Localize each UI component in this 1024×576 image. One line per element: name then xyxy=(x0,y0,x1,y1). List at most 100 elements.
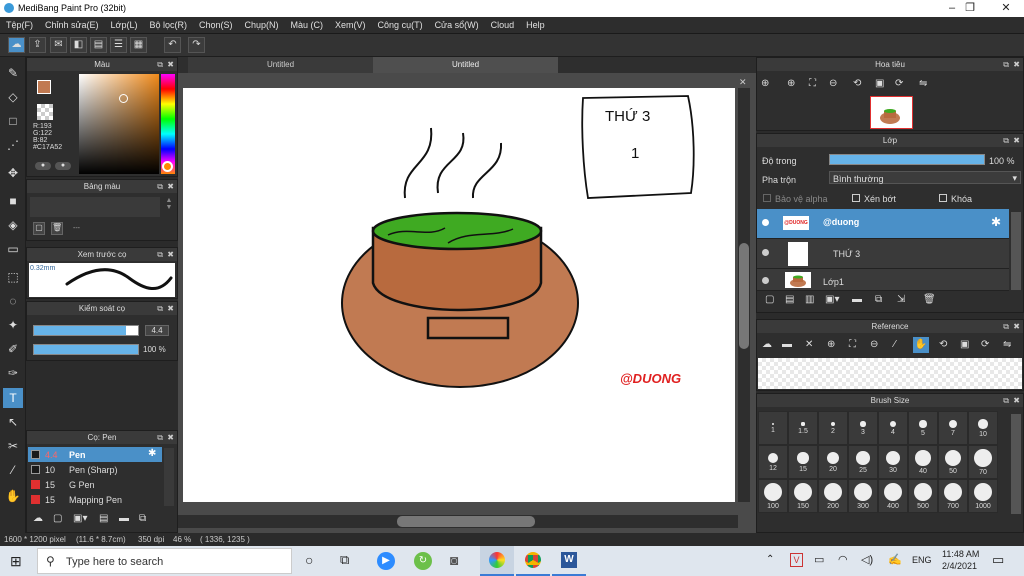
brush-size-option[interactable]: 7 xyxy=(938,411,968,445)
canvas-close-icon[interactable]: ✕ xyxy=(739,77,747,88)
reference-cloud-icon[interactable]: ☁ xyxy=(762,339,772,350)
layer-settings-gear-icon[interactable]: ✱ xyxy=(991,215,1001,229)
eraser-tool-icon[interactable]: ◇ xyxy=(3,87,23,107)
comment-icon[interactable]: ✉ xyxy=(50,37,67,53)
brush-size-option[interactable]: 10 xyxy=(968,411,998,445)
word-taskbar-button[interactable]: W xyxy=(552,546,586,576)
reference-close-icon[interactable]: ✕ xyxy=(805,339,813,350)
layer-list-scrollbar[interactable] xyxy=(1011,212,1021,290)
wifi-icon[interactable]: ◠ xyxy=(838,553,848,566)
actual-size-icon[interactable]: ▣ xyxy=(875,78,884,89)
layer-row[interactable]: Lớp1 xyxy=(757,269,1009,291)
lasso-icon[interactable]: ◌ xyxy=(3,291,23,311)
menu-select[interactable]: Chọn(S) xyxy=(193,17,239,34)
brush-list-item[interactable]: 15 Mapping Pen xyxy=(28,493,162,507)
undock-icon[interactable]: ⧉ xyxy=(1003,394,1009,407)
reference-flip-icon[interactable]: ⇋ xyxy=(1003,339,1011,350)
menu-cloud[interactable]: Cloud xyxy=(485,17,521,34)
menu-capture[interactable]: Chụp(N) xyxy=(239,17,285,34)
document-icon[interactable]: ▤ xyxy=(90,37,107,53)
menu-filter[interactable]: Bộ lọc(R) xyxy=(143,17,193,34)
magic-wand-icon[interactable]: ✦ xyxy=(3,315,23,335)
brush-size-option[interactable]: 15 xyxy=(788,445,818,479)
brush-size-option[interactable]: 12 xyxy=(758,445,788,479)
rotate-left-icon[interactable]: ⟲ xyxy=(853,78,861,89)
undock-icon[interactable]: ⧉ xyxy=(1003,58,1009,71)
color-option-button[interactable]: ● xyxy=(35,162,51,170)
task-view-icon[interactable]: ⧉ xyxy=(340,552,349,568)
menu-window[interactable]: Cửa sổ(W) xyxy=(429,17,485,34)
tab-untitled-2[interactable]: Untitled xyxy=(373,57,558,73)
language-indicator[interactable]: ENG xyxy=(912,555,932,565)
brush-size-option[interactable]: 500 xyxy=(908,479,938,513)
reference-fit-icon[interactable]: ⛶ xyxy=(849,339,856,350)
select-pen-icon[interactable]: ✐ xyxy=(3,339,23,359)
brush-size-option[interactable]: 300 xyxy=(848,479,878,513)
new-halftone-layer-icon[interactable]: ▤ xyxy=(785,294,794,305)
merge-layer-icon[interactable]: ⇲ xyxy=(897,294,905,305)
clock-date[interactable]: 2/4/2021 xyxy=(942,561,977,571)
brush-size-option[interactable]: 700 xyxy=(938,479,968,513)
layer-row[interactable]: THỨ 3 xyxy=(757,239,1009,269)
fill-shape-tool-icon[interactable]: ■ xyxy=(3,191,23,211)
primary-color-swatch[interactable] xyxy=(37,80,51,94)
reference-canvas[interactable] xyxy=(758,358,1022,389)
rotate-right-icon[interactable]: ⟳ xyxy=(895,78,903,89)
duplicate-layer-icon[interactable]: ⧉ xyxy=(875,294,882,305)
brush-size-option[interactable]: 1 xyxy=(758,411,788,445)
brush-size-option[interactable]: 70 xyxy=(968,445,998,479)
select-rect-icon[interactable]: ⬚ xyxy=(3,267,23,287)
menu-tools[interactable]: Công cụ(T) xyxy=(372,17,429,34)
close-panel-icon[interactable]: ✖ xyxy=(167,302,174,315)
color-option-button-2[interactable]: ● xyxy=(55,162,71,170)
reference-zoom-out-icon[interactable]: ⊖ xyxy=(870,339,878,350)
text-tool-icon[interactable]: T xyxy=(3,388,23,408)
brush-size-option[interactable]: 50 xyxy=(938,445,968,479)
reference-rotate-left-icon[interactable]: ⟲ xyxy=(939,339,947,350)
move-tool-icon[interactable]: ✥ xyxy=(3,163,23,183)
close-panel-icon[interactable]: ✖ xyxy=(167,180,174,193)
list-icon[interactable]: ☰ xyxy=(110,37,127,53)
brush-size-option[interactable]: 400 xyxy=(878,479,908,513)
gear-icon[interactable]: ✱ xyxy=(148,448,156,459)
brush-tool-icon[interactable]: ✎ xyxy=(3,63,23,83)
drawing-canvas[interactable]: THỨ 3 1 @DUONG xyxy=(183,88,735,502)
reference-eyedropper-icon[interactable]: ⁄ xyxy=(894,339,896,350)
fit-screen-icon[interactable]: ⛶ xyxy=(809,78,816,89)
upload-icon[interactable]: ⇪ xyxy=(29,37,46,53)
visibility-icon[interactable] xyxy=(762,277,769,284)
cortana-icon[interactable]: ○ xyxy=(305,552,313,568)
undock-icon[interactable]: ⧉ xyxy=(157,302,163,315)
restore-button[interactable]: ❐ xyxy=(952,0,988,17)
close-panel-icon[interactable]: ✖ xyxy=(1013,134,1020,147)
new-brush-icon[interactable]: ▢ xyxy=(53,513,62,524)
cloud-icon[interactable]: ☁ xyxy=(8,37,25,53)
brush-size-option[interactable]: 5 xyxy=(908,411,938,445)
brush-folder-icon[interactable]: ▬ xyxy=(119,513,129,524)
flip-icon[interactable]: ⇋ xyxy=(919,78,927,89)
volume-icon[interactable]: ◁) xyxy=(861,553,873,566)
reference-hand-icon[interactable]: ✋ xyxy=(913,337,929,353)
delete-palette-icon[interactable]: 🗑 xyxy=(51,222,63,235)
grid-icon[interactable]: ▦ xyxy=(130,37,147,53)
taskbar-search-box[interactable]: ⚲ Type here to search xyxy=(37,548,292,574)
reference-zoom-in-icon[interactable]: ⊕ xyxy=(827,339,835,350)
operation-tool-icon[interactable]: ↖ xyxy=(3,412,23,432)
brush-list-item[interactable]: 15 G Pen xyxy=(28,478,162,492)
layer-row[interactable]: @DUONG @duong ✱ xyxy=(757,209,1009,239)
brush-size-scrollbar[interactable] xyxy=(1011,414,1021,514)
new-layer-icon[interactable]: ▢ xyxy=(765,294,774,305)
undock-icon[interactable]: ⧉ xyxy=(1003,134,1009,147)
add-layer-dropdown-icon[interactable]: ▣▾ xyxy=(825,294,839,305)
lock-checkbox[interactable] xyxy=(939,194,947,202)
undock-icon[interactable]: ⧉ xyxy=(157,58,163,71)
menu-view[interactable]: Xem(V) xyxy=(329,17,372,34)
close-panel-icon[interactable]: ✖ xyxy=(167,248,174,261)
horizontal-scroll-thumb[interactable] xyxy=(397,516,535,527)
brush-list-scrollbar[interactable] xyxy=(164,448,174,506)
brush-size-option[interactable]: 20 xyxy=(818,445,848,479)
reference-actual-size-icon[interactable]: ▣ xyxy=(960,339,969,350)
notification-icon[interactable]: ▭ xyxy=(992,552,1004,568)
brush-add-dropdown-icon[interactable]: ▣▾ xyxy=(73,513,87,524)
vertical-scroll-thumb[interactable] xyxy=(739,243,749,349)
